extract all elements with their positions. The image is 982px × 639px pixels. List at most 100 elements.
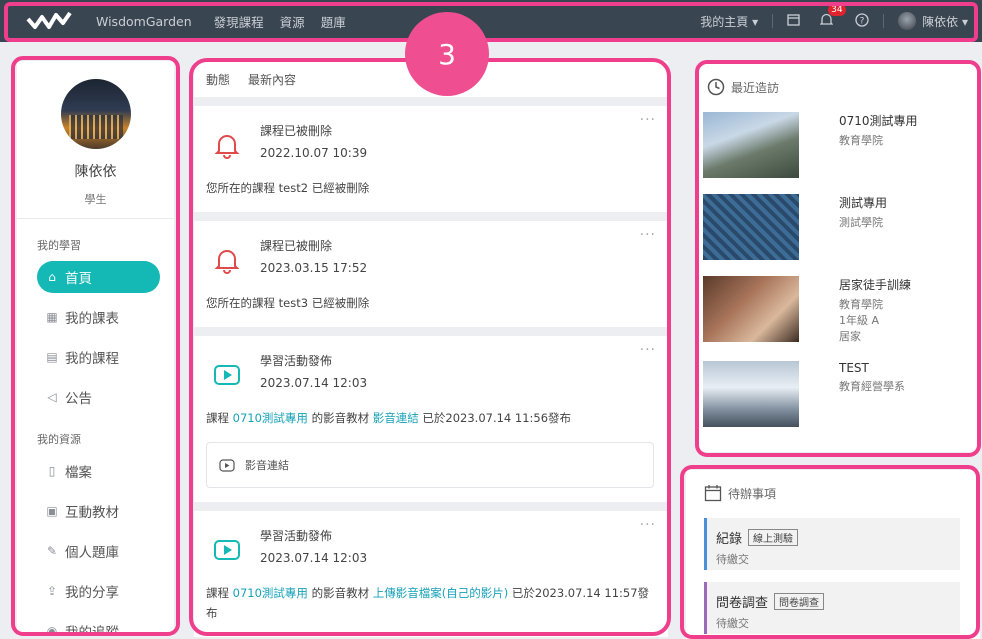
calendar-23-icon [704, 484, 722, 502]
callout-badge: 3 [405, 12, 489, 96]
more-options-icon[interactable]: ··· [640, 227, 656, 243]
wisdomgarden-logo-icon[interactable] [26, 9, 76, 33]
divider [883, 14, 885, 28]
course-meta: 教育學院 [839, 134, 883, 147]
sidebar-item-label: 檔案 [65, 465, 92, 481]
feed-card: ··· 學習活動發佈 2023.07.14 12:03 課程 0710測試專用 … [194, 511, 668, 637]
feed-card: ··· 課程已被刪除 2022.10.07 10:39 您所在的課程 test2… [194, 106, 668, 212]
sidebar-item-files[interactable]: ▯ 檔案 [37, 455, 160, 487]
megaphone-icon: ◁ [47, 390, 57, 404]
feed-card: ··· 課程已被刪除 2023.03.15 17:52 您所在的課程 test3… [194, 221, 668, 327]
sidebar-item-schedule[interactable]: ▦ 我的課表 [37, 301, 160, 333]
sidebar-item-interactive-materials[interactable]: ▣ 互動教材 [37, 495, 160, 527]
course-link[interactable]: 0710測試專用 [233, 586, 308, 600]
body-text: 課程 [206, 586, 233, 600]
sidebar-item-label: 公告 [65, 391, 92, 407]
card-body: 課程 0710測試專用 的影音教材 上傳影音檔案(自己的影片) 已於2023.0… [206, 583, 654, 623]
recent-course-item[interactable]: 居家徒手訓練 教育學院 1年級 A 居家 [703, 276, 971, 345]
user-avatar[interactable] [898, 12, 917, 30]
material-link[interactable]: 上傳影音檔案(自己的影片) [373, 586, 508, 600]
sidebar-item-label: 個人題庫 [65, 545, 119, 561]
todo-item[interactable]: 問卷調查 問卷調查 待繳交 [704, 582, 960, 634]
card-title: 學習活動發佈 [260, 354, 333, 368]
section-title-my-learning: 我的學習 [37, 239, 81, 252]
sidebar-item-announcements[interactable]: ◁ 公告 [37, 381, 160, 413]
card-title: 學習活動發佈 [260, 529, 333, 543]
sidebar-item-label: 我的追蹤 [65, 625, 119, 636]
profile-avatar[interactable] [60, 79, 131, 149]
recent-course-item[interactable]: 0710測試專用 教育學院 [703, 112, 971, 178]
sidebar-item-my-shares[interactable]: ⇪ 我的分享 [37, 575, 160, 607]
brand-name[interactable]: WisdomGarden [96, 14, 192, 29]
chevron-down-icon: ▾ [961, 14, 968, 29]
more-options-icon[interactable]: ··· [640, 112, 656, 128]
attachment-label: 影音連結 [245, 459, 289, 472]
divider [772, 14, 774, 28]
edit-document-icon: ✎ [46, 544, 58, 558]
tab-activity[interactable]: 動態 [206, 71, 230, 88]
todo-type-tag: 線上測驗 [748, 529, 799, 546]
card-time: 2023.07.14 12:03 [260, 551, 368, 565]
notification-bell-icon[interactable]: 34 [819, 3, 846, 30]
video-play-icon [212, 535, 242, 565]
body-text: 已於2023.07.14 11:56發布 [418, 411, 572, 425]
body-text: 的影音教材 [307, 411, 373, 425]
course-meta: 居家 [839, 330, 861, 343]
todo-name: 問卷調查 [716, 596, 769, 611]
todo-panel: 待辦事項 紀錄 線上測驗 待繳交 問卷調查 問卷調查 待繳交 [686, 470, 980, 639]
tab-latest-content[interactable]: 最新內容 [248, 71, 296, 88]
sidebar-item-my-courses[interactable]: ▤ 我的課程 [37, 341, 160, 373]
card-body: 您所在的課程 test3 已經被刪除 [206, 296, 370, 310]
nav-link-resources[interactable]: 資源 [280, 12, 305, 31]
file-icon: ▯ [48, 464, 56, 478]
course-name: 居家徒手訓練 [839, 278, 912, 292]
body-text: 的影音教材 [307, 586, 373, 600]
user-name: 陳依依 [922, 14, 959, 29]
more-options-icon[interactable]: ··· [640, 342, 656, 358]
feed-card: ··· 學習活動發佈 2023.07.14 12:03 課程 0710測試專用 … [194, 336, 668, 502]
course-link[interactable]: 0710測試專用 [233, 411, 308, 425]
chevron-down-icon: ▾ [752, 14, 759, 29]
attachment-video-link[interactable]: 影音連結 [206, 442, 654, 488]
material-link[interactable]: 影音連結 [373, 411, 419, 425]
sidebar-item-label: 我的分享 [65, 585, 119, 601]
card-time: 2023.07.14 12:03 [260, 376, 368, 390]
todo-status: 待繳交 [716, 617, 749, 630]
left-sidebar: 陳依依 學生 我的學習 ⌂ 首頁 ▦ 我的課表 ▤ 我的課程 ◁ 公告 我的資源 ▯ 檔案… [17, 61, 174, 636]
nav-link-question-bank[interactable]: 題庫 [321, 12, 346, 31]
video-play-icon [212, 360, 242, 390]
user-menu[interactable]: 陳依依 ▾ [922, 13, 968, 30]
recently-visited-panel: 最近造訪 0710測試專用 教育學院 測試專用 測試學院 居家徒手訓練 教育學院 1年級… [697, 64, 977, 452]
more-options-icon[interactable]: ··· [640, 517, 656, 533]
todo-item[interactable]: 紀錄 線上測驗 待繳交 [704, 518, 960, 570]
sidebar-item-label: 互動教材 [65, 505, 119, 521]
card-body: 您所在的課程 test2 已經被刪除 [206, 181, 370, 195]
recent-course-item[interactable]: 測試專用 測試學院 [703, 194, 971, 260]
calendar-icon[interactable] [787, 13, 800, 29]
my-home-label: 我的主頁 [700, 14, 749, 29]
todo-name: 紀錄 [716, 532, 743, 547]
sidebar-item-home[interactable]: ⌂ 首頁 [37, 261, 160, 293]
profile-name: 陳依依 [74, 164, 117, 180]
course-meta: 教育學院 [839, 298, 883, 311]
nav-link-discover-courses[interactable]: 發現課程 [214, 12, 264, 31]
sidebar-item-label: 首頁 [65, 271, 92, 287]
sidebar-item-personal-question-bank[interactable]: ✎ 個人題庫 [37, 535, 160, 567]
card-title: 課程已被刪除 [260, 124, 333, 138]
activity-feed: 動態 最新內容 ··· 課程已被刪除 2022.10.07 10:39 您所在的… [194, 61, 668, 639]
course-thumbnail [703, 112, 799, 178]
course-thumbnail [703, 194, 799, 260]
sidebar-item-my-follows[interactable]: ◉ 我的追蹤 [37, 615, 160, 636]
course-thumbnail [703, 276, 799, 342]
video-play-icon [219, 458, 235, 472]
profile-role: 學生 [84, 193, 107, 206]
help-icon[interactable]: ? [855, 12, 869, 30]
recent-course-item[interactable]: TEST 教育經營學系 [703, 361, 971, 427]
profile-card: 陳依依 學生 [17, 61, 174, 219]
notification-badge: 34 [828, 3, 846, 16]
my-home-menu[interactable]: 我的主頁 ▾ [700, 13, 758, 30]
course-meta: 教育經營學系 [839, 380, 905, 393]
section-title-my-resources: 我的資源 [37, 433, 81, 446]
recently-visited-title: 最近造訪 [731, 80, 780, 95]
